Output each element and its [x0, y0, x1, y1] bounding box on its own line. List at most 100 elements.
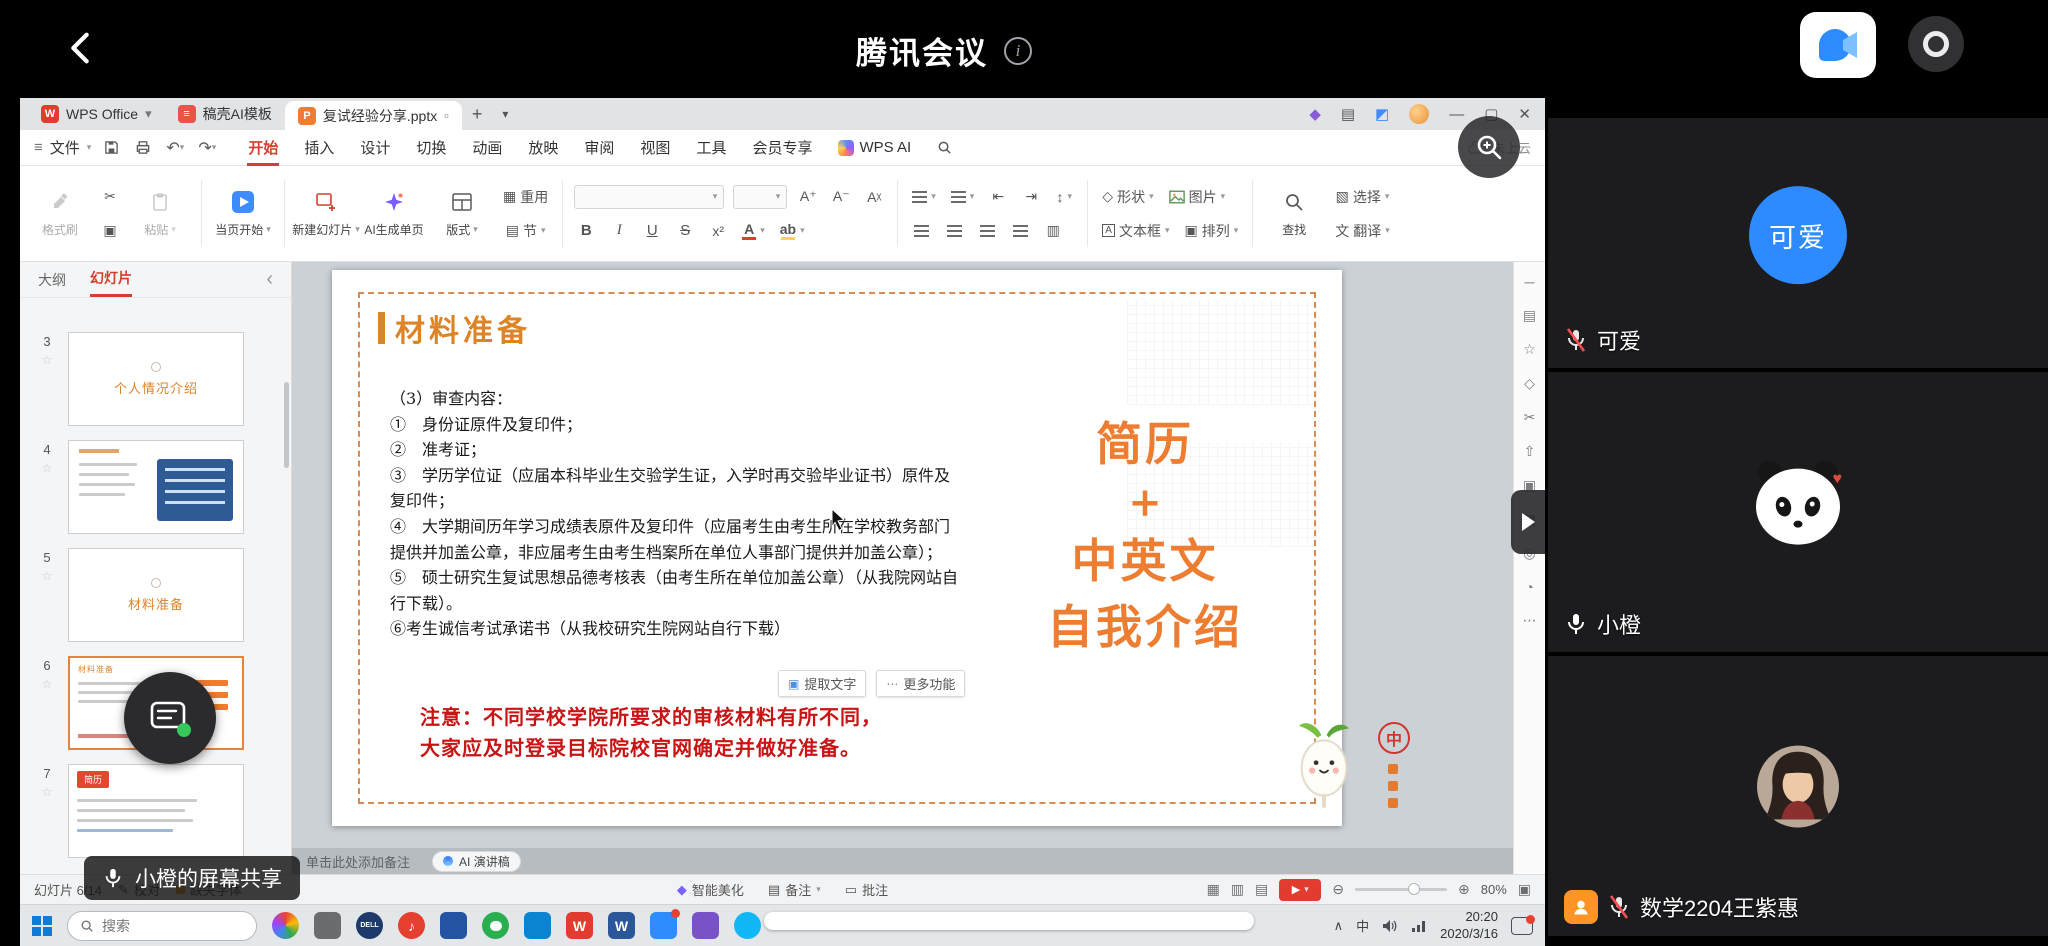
smart-beautify-button[interactable]: ◆智能美化	[677, 880, 744, 899]
info-icon[interactable]: i	[1004, 37, 1032, 65]
gray-app-icon[interactable]	[314, 912, 341, 939]
menu-item-tools[interactable]: 工具	[683, 130, 739, 166]
menu-search-button[interactable]	[932, 136, 956, 160]
blue-app-icon[interactable]	[440, 912, 467, 939]
slide-thumbnail-3[interactable]: 3☆ 个人情况介绍	[34, 332, 291, 426]
horizontal-scrollbar[interactable]	[764, 912, 1254, 930]
panel-expand-toggle[interactable]	[1511, 490, 1545, 554]
template-tab[interactable]: ≡ 稿壳AI模板	[165, 98, 285, 130]
reading-view-button[interactable]: ▤	[1255, 881, 1268, 898]
decrease-indent-button[interactable]: ⇤	[986, 185, 1010, 209]
rail-more-icon[interactable]: ⋯	[1523, 612, 1537, 629]
taskbar-search-input[interactable]: 搜索	[67, 911, 257, 941]
bullet-list-button[interactable]: ▾	[909, 185, 939, 209]
new-slide-button[interactable]: 新建幻灯片▾	[296, 172, 356, 255]
action-center-icon[interactable]	[1511, 917, 1533, 935]
music-app-icon[interactable]: ♪	[398, 912, 425, 939]
slide-title-block[interactable]: 材料准备	[378, 306, 531, 350]
shapes-button[interactable]: ◇形状▾	[1099, 185, 1156, 209]
start-button[interactable]	[32, 916, 52, 936]
rail-history-icon[interactable]: ◔	[1525, 579, 1533, 595]
font-size-select[interactable]: ▾	[733, 185, 787, 209]
word-app-icon[interactable]: W	[608, 912, 635, 939]
menu-item-animation[interactable]: 动画	[459, 130, 515, 166]
ai-speech-button[interactable]: AI 演讲稿	[432, 851, 521, 872]
superscript-button[interactable]: x²	[706, 219, 730, 243]
increase-indent-button[interactable]: ⇥	[1019, 185, 1043, 209]
screen-share-banner[interactable]: 小橙的屏幕共享	[84, 856, 300, 900]
record-indicator[interactable]	[1908, 16, 1964, 72]
tab-outline[interactable]: 大纲	[38, 262, 66, 297]
zoom-slider[interactable]	[1355, 888, 1447, 891]
find-button[interactable]: 查找	[1264, 172, 1324, 255]
zoom-in-overlay-button[interactable]	[1458, 116, 1520, 178]
star-icon[interactable]: ☆	[42, 569, 53, 583]
taskbar-clock[interactable]: 20:20 2020/3/16	[1440, 909, 1498, 942]
menu-item-insert[interactable]: 插入	[291, 130, 347, 166]
minimize-button[interactable]: —	[1449, 106, 1464, 123]
file-menu[interactable]: ≡ 文件 ▾	[34, 137, 91, 158]
floating-annotation-button[interactable]	[124, 672, 216, 764]
italic-button[interactable]: I	[607, 219, 631, 243]
browser-app-icon[interactable]	[524, 912, 551, 939]
comments-button[interactable]: ▭批注	[845, 880, 888, 899]
slide-canvas[interactable]: 材料准备 （3）审查内容： ① 身份证原件及复印件； ② 准考证； ③ 学历学位…	[332, 270, 1342, 826]
align-right-button[interactable]	[975, 219, 999, 243]
zoom-out-button[interactable]: ⊖	[1332, 881, 1344, 898]
wps-app-icon[interactable]: W	[566, 912, 593, 939]
sorter-view-button[interactable]: ▥	[1231, 881, 1244, 898]
skin-icon[interactable]: ◩	[1375, 105, 1389, 123]
menu-item-wps-ai[interactable]: WPS AI	[825, 130, 924, 166]
align-center-button[interactable]	[942, 219, 966, 243]
star-icon[interactable]: ☆	[42, 353, 53, 367]
font-family-select[interactable]: ▾	[574, 185, 724, 209]
star-icon[interactable]: ☆	[42, 461, 53, 475]
strikethrough-button[interactable]: S	[673, 219, 697, 243]
slide-thumbnail-4[interactable]: 4☆	[34, 440, 291, 534]
layout-mode-icon[interactable]: ▤	[1341, 105, 1355, 123]
section-button[interactable]: ▤节▾	[500, 219, 551, 243]
notes-bar[interactable]: 单击此处添加备注 AI 演讲稿	[292, 848, 1513, 874]
print-button[interactable]	[131, 136, 155, 160]
rail-favorites-icon[interactable]: ☆	[1523, 341, 1536, 358]
new-tab-button[interactable]: +	[462, 98, 493, 130]
wps-home-tab[interactable]: W WPS Office ▾	[28, 98, 165, 130]
collapse-panel-icon[interactable]: ‹	[266, 268, 273, 291]
thumbnail-scrollbar[interactable]	[284, 382, 289, 468]
notes-toggle-button[interactable]: ▤备注▾	[768, 880, 821, 899]
menu-item-home[interactable]: 开始	[235, 130, 291, 166]
play-from-current-button[interactable]: 当页开始▾	[213, 172, 273, 255]
clear-format-button[interactable]: Aᵡ	[862, 185, 886, 209]
wechat-app-icon[interactable]	[482, 912, 509, 939]
align-left-button[interactable]	[909, 219, 933, 243]
slideshow-play-button[interactable]: ▶▾	[1279, 879, 1321, 901]
close-button[interactable]: ✕	[1518, 105, 1531, 123]
rail-crop-icon[interactable]: ✂	[1524, 409, 1536, 426]
member-diamond-icon[interactable]: ◆	[1309, 105, 1321, 123]
zoom-level[interactable]: 80%	[1481, 882, 1507, 897]
arrange-button[interactable]: ▣排列▾	[1182, 219, 1242, 243]
more-functions-button[interactable]: ⋯更多功能	[876, 670, 965, 697]
select-button[interactable]: ▧选择▾	[1332, 185, 1393, 209]
font-color-button[interactable]: A▾	[739, 219, 768, 243]
volume-icon[interactable]	[1382, 919, 1398, 933]
back-button[interactable]	[58, 26, 102, 70]
increase-font-button[interactable]: A⁺	[796, 185, 820, 209]
extract-text-button[interactable]: ▣提取文字	[778, 670, 866, 697]
zoom-slider-thumb[interactable]	[1408, 883, 1420, 895]
undo-button[interactable]: ↶▾	[163, 136, 187, 160]
translate-button[interactable]: 文翻译▾	[1332, 219, 1393, 243]
star-icon[interactable]: ☆	[42, 677, 53, 691]
cut-button[interactable]: ✂	[98, 185, 122, 209]
decrease-font-button[interactable]: A⁻	[829, 185, 853, 209]
menu-item-member[interactable]: 会员专享	[739, 130, 825, 166]
meeting-app-icon[interactable]	[650, 912, 677, 939]
distribute-button[interactable]: ▥	[1041, 219, 1065, 243]
bold-button[interactable]: B	[574, 219, 598, 243]
participant-tile-wangzihui[interactable]: 数学2204王紫惠	[1548, 656, 2048, 936]
reuse-button[interactable]: ▦重用	[500, 185, 551, 209]
normal-view-button[interactable]: ▦	[1207, 881, 1220, 898]
participant-tile-keai[interactable]: 可爱 可爱	[1548, 118, 2048, 368]
network-icon[interactable]	[1411, 919, 1427, 932]
document-tab[interactable]: P 复试经验分享.pptx ▫	[285, 101, 462, 130]
